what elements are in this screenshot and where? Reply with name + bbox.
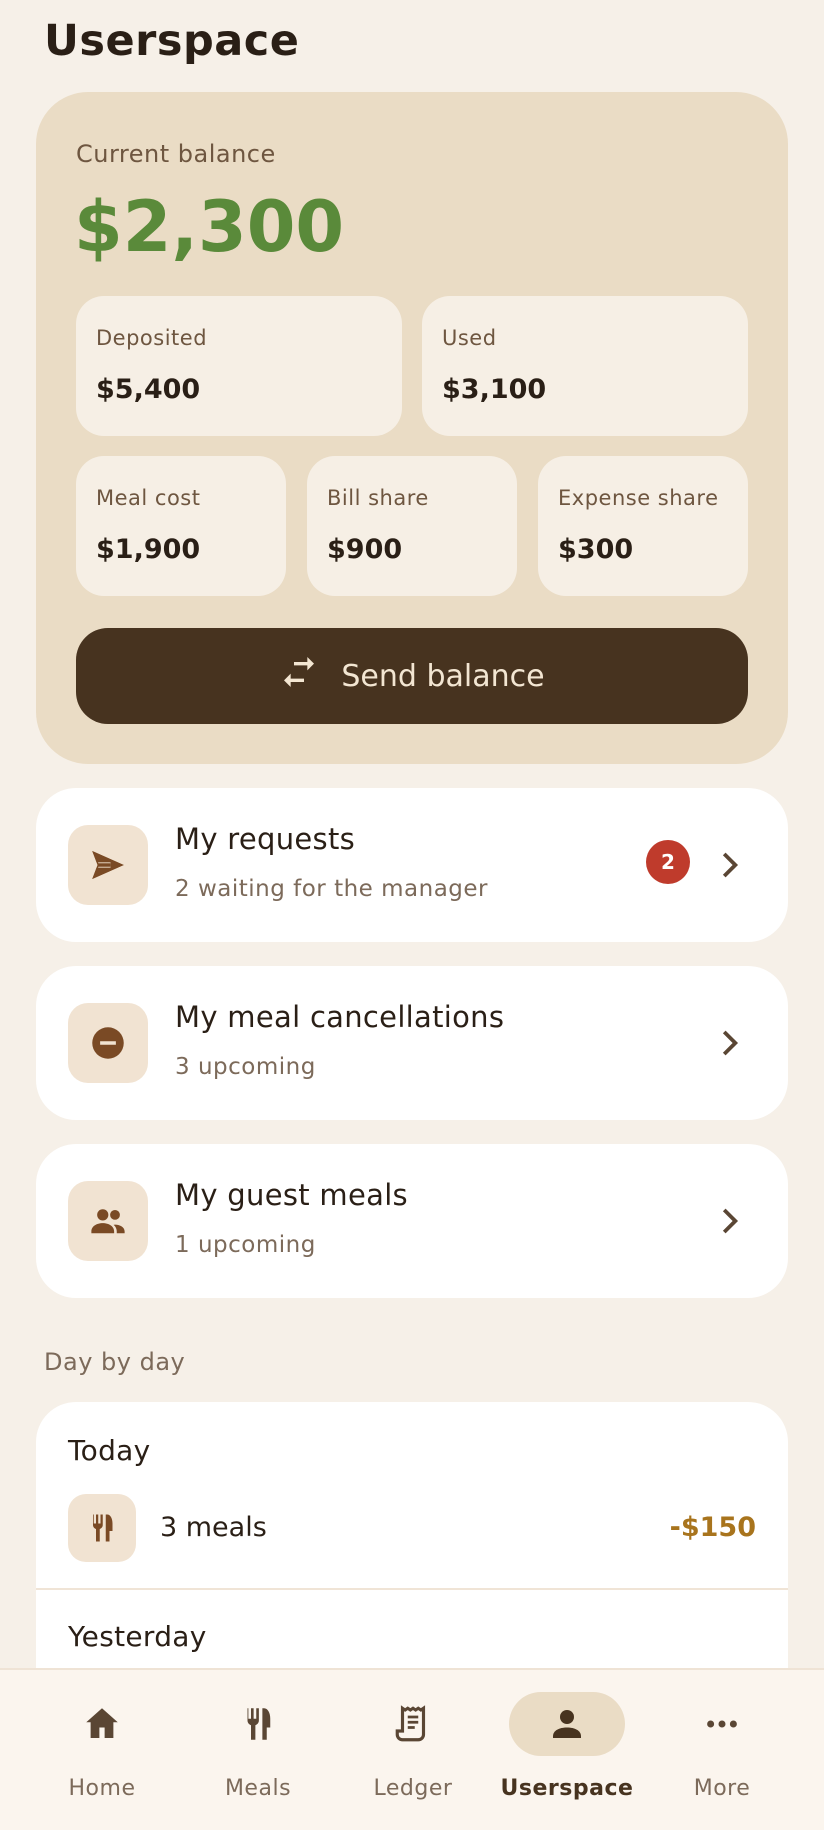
people-icon <box>68 1181 148 1261</box>
send-icon <box>68 825 148 905</box>
my-meal-cancellations-row[interactable]: My meal cancellations 3 upcoming <box>36 966 788 1120</box>
meal-cost-label: Meal cost <box>96 486 201 510</box>
more-icon <box>707 1720 737 1728</box>
meal-cost-value: $1,900 <box>96 534 201 565</box>
nav-label: More <box>693 1776 751 1801</box>
bill-share-stat: Bill share $900 <box>307 456 517 596</box>
day-heading-yesterday: Yesterday <box>68 1620 207 1653</box>
row-subtitle: 3 upcoming <box>175 1054 316 1080</box>
nav-label: Userspace <box>500 1776 634 1801</box>
deposited-label: Deposited <box>96 326 208 350</box>
row-title: My guest meals <box>175 1178 408 1212</box>
used-label: Used <box>442 326 497 350</box>
receipt-icon <box>395 1705 426 1742</box>
nav-label: Home <box>68 1776 136 1801</box>
expense-share-stat: Expense share $300 <box>538 456 748 596</box>
nav-more[interactable]: More <box>647 1670 797 1830</box>
row-subtitle: 2 waiting for the manager <box>175 876 489 902</box>
nav-userspace[interactable]: Userspace <box>492 1670 642 1830</box>
page-title: Userspace <box>44 16 300 66</box>
day-entry-amount: -$150 <box>669 1512 756 1543</box>
nav-ledger[interactable]: Ledger <box>338 1670 488 1830</box>
my-requests-row[interactable]: My requests 2 waiting for the manager 2 <box>36 788 788 942</box>
person-icon <box>553 1710 581 1738</box>
home-icon <box>86 1708 118 1738</box>
fork-knife-icon <box>245 1708 271 1740</box>
balance-card: Current balance $2,300 Deposited $5,400 … <box>36 92 788 764</box>
requests-count-badge: 2 <box>646 840 690 884</box>
nav-label: Ledger <box>373 1776 453 1801</box>
day-entry-label: 3 meals <box>160 1512 267 1543</box>
deposited-stat: Deposited $5,400 <box>76 296 402 436</box>
send-balance-button[interactable]: Send balance <box>76 628 748 724</box>
chevron-right-icon <box>722 852 739 878</box>
nav-meals[interactable]: Meals <box>183 1670 333 1830</box>
balance-amount: $2,300 <box>74 186 345 268</box>
minus-circle-icon <box>68 1003 148 1083</box>
nav-label: Meals <box>224 1776 292 1801</box>
row-title: My requests <box>175 822 356 856</box>
section-label-day-by-day: Day by day <box>44 1348 186 1376</box>
expense-share-value: $300 <box>558 534 634 565</box>
chevron-right-icon <box>722 1030 739 1056</box>
meal-cost-stat: Meal cost $1,900 <box>76 456 286 596</box>
row-subtitle: 1 upcoming <box>175 1232 316 1258</box>
fork-knife-icon <box>68 1494 136 1562</box>
bottom-nav: Home Meals Ledger Userspace More <box>0 1668 824 1830</box>
day-by-day-card: Today 3 meals -$150 Yesterday <box>36 1402 788 1702</box>
divider <box>36 1588 788 1590</box>
swap-arrows-icon <box>279 652 319 700</box>
day-heading-today: Today <box>68 1434 151 1467</box>
used-value: $3,100 <box>442 374 547 405</box>
deposited-value: $5,400 <box>96 374 201 405</box>
chevron-right-icon <box>722 1208 739 1234</box>
nav-home[interactable]: Home <box>27 1670 177 1830</box>
send-balance-label: Send balance <box>341 658 545 694</box>
row-title: My meal cancellations <box>175 1000 505 1034</box>
expense-share-label: Expense share <box>558 486 719 510</box>
balance-label: Current balance <box>76 140 276 168</box>
my-guest-meals-row[interactable]: My guest meals 1 upcoming <box>36 1144 788 1298</box>
bill-share-label: Bill share <box>327 486 429 510</box>
used-stat: Used $3,100 <box>422 296 748 436</box>
bill-share-value: $900 <box>327 534 403 565</box>
